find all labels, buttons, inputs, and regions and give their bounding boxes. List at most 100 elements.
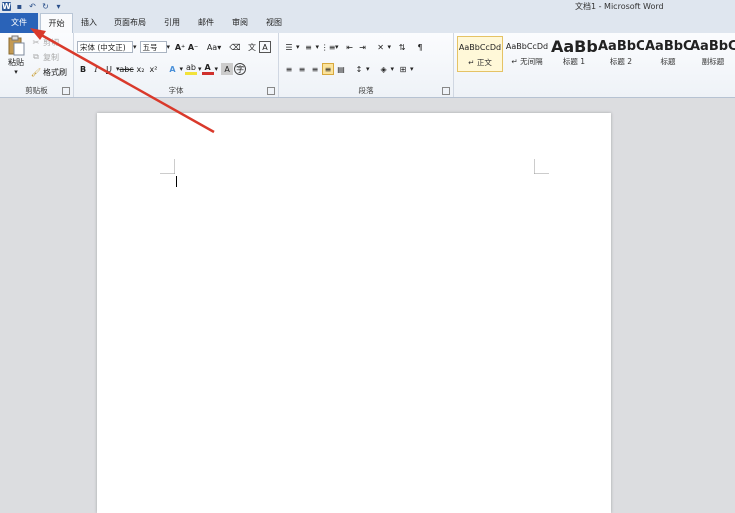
align-center-icon[interactable]: ≡ — [296, 63, 308, 75]
tab-file[interactable]: 文件 — [0, 13, 38, 33]
customize-qat-icon[interactable]: ▾ — [54, 2, 63, 11]
style-name: ↵ 正文 — [468, 58, 492, 67]
style-normal[interactable]: AaBbCcDd ↵ 正文 — [457, 36, 503, 72]
tab-home[interactable]: 开始 — [40, 13, 73, 34]
font-size-select[interactable]: 五号 — [139, 41, 167, 53]
style-preview: AaBbC — [690, 39, 735, 54]
scissors-icon: ✂ — [32, 37, 40, 47]
multilevel-list-icon[interactable]: ⋮≡ — [321, 41, 336, 53]
text-effects-icon[interactable]: A — [167, 63, 179, 75]
cut-button[interactable]: ✂ 剪切 — [30, 36, 59, 48]
asian-layout-icon[interactable]: ✕ — [375, 41, 387, 53]
show-marks-icon[interactable]: ¶ — [414, 41, 426, 53]
change-case-icon[interactable]: Aa▾ — [206, 41, 222, 53]
word-app-icon[interactable]: W — [2, 2, 11, 11]
style-name: 标题 — [660, 57, 676, 66]
increase-indent-icon[interactable]: ⇥ — [357, 41, 369, 53]
font-group-label: 字体 — [168, 86, 184, 95]
align-left-icon[interactable]: ≡ — [283, 63, 295, 75]
highlight-icon[interactable]: ab — [185, 63, 198, 75]
font-color-icon[interactable]: A — [201, 63, 214, 75]
document-area — [0, 98, 735, 513]
decrease-indent-icon[interactable]: ⇤ — [344, 41, 356, 53]
title-bar: W ▪ ↶ ↻ ▾ 文档1 - Microsoft Word — [0, 0, 735, 13]
line-spacing-icon[interactable]: ↕ — [353, 63, 365, 75]
character-border-icon[interactable]: A — [259, 41, 272, 53]
font-color-dropdown-icon[interactable]: ▾ — [215, 65, 219, 73]
style-title[interactable]: AaBbC 标题 — [645, 36, 691, 72]
italic-icon[interactable]: I — [90, 63, 102, 75]
tab-insert[interactable]: 插入 — [74, 13, 104, 33]
superscript-icon[interactable]: x² — [148, 63, 160, 75]
sort-icon[interactable]: ⇅ — [396, 41, 408, 53]
clipboard-launcher-icon[interactable] — [62, 87, 70, 95]
copy-icon: ⧉ — [33, 52, 39, 61]
window-title: 文档1 - Microsoft Word — [575, 2, 664, 11]
font-size-dropdown-icon[interactable]: ▾ — [167, 43, 171, 51]
format-painter-label: 格式刷 — [43, 67, 67, 77]
text-effects-dropdown-icon[interactable]: ▾ — [180, 65, 184, 73]
borders-icon[interactable]: ⊞ — [397, 63, 409, 75]
clear-formatting-icon[interactable]: ⌫ — [229, 41, 241, 53]
strikethrough-icon[interactable]: abc — [119, 63, 133, 75]
style-heading-2[interactable]: AaBbC 标题 2 — [598, 36, 644, 72]
font-name-dropdown-icon[interactable]: ▾ — [133, 43, 137, 51]
tab-references[interactable]: 引用 — [158, 13, 186, 33]
tab-review[interactable]: 审阅 — [226, 13, 254, 33]
style-preview: AaBb — [551, 37, 597, 56]
tab-view[interactable]: 视图 — [260, 13, 288, 33]
tab-mailings[interactable]: 邮件 — [192, 13, 220, 33]
style-no-spacing[interactable]: AaBbCcDd ↵ 无间隔 — [504, 36, 550, 72]
style-name: ↵ 无间隔 — [511, 57, 543, 66]
style-preview: AaBbCcDd — [458, 43, 502, 52]
undo-icon[interactable]: ↶ — [28, 2, 37, 11]
clipboard-group: 粘贴 ▾ ✂ 剪切 ⧉ 复制 🖌 格式刷 剪贴板 — [0, 33, 74, 97]
paste-dropdown-icon[interactable]: ▾ — [14, 68, 18, 76]
align-right-icon[interactable]: ≡ — [309, 63, 321, 75]
shading-dropdown-icon[interactable]: ▾ — [391, 65, 395, 73]
paste-button[interactable]: 粘贴 ▾ — [6, 35, 26, 76]
paragraph-launcher-icon[interactable] — [442, 87, 450, 95]
paste-icon — [8, 35, 25, 56]
asian-layout-dropdown-icon[interactable]: ▾ — [388, 43, 392, 51]
paragraph-group: ☰ ▾ ≡ ▾ ⋮≡ ▾ ⇤ ⇥ ✕ ▾ ⇅ ¶ ≡ ≡ ≡ ≡ ▤ ↕ ▾ ◈… — [279, 33, 454, 97]
line-spacing-dropdown-icon[interactable]: ▾ — [366, 65, 370, 73]
style-name: 副标题 — [701, 57, 725, 66]
save-icon[interactable]: ▪ — [15, 2, 24, 11]
tab-page-layout[interactable]: 页面布局 — [109, 13, 151, 33]
bullets-icon[interactable]: ☰ — [283, 41, 295, 53]
phonetic-guide-icon[interactable]: 文 — [246, 41, 258, 53]
borders-dropdown-icon[interactable]: ▾ — [410, 65, 414, 73]
bullets-dropdown-icon[interactable]: ▾ — [296, 43, 300, 51]
text-cursor — [176, 176, 177, 187]
margin-corner-top-left — [160, 159, 175, 174]
copy-label: 复制 — [43, 52, 59, 62]
font-name-select[interactable]: 宋体 (中文正) — [77, 41, 133, 53]
underline-icon[interactable]: U — [103, 63, 115, 75]
justify-icon[interactable]: ≡ — [322, 63, 334, 75]
copy-button[interactable]: ⧉ 复制 — [30, 51, 59, 63]
grow-font-icon[interactable]: A⁺ — [174, 41, 186, 53]
multilevel-list-dropdown-icon[interactable]: ▾ — [335, 43, 339, 51]
style-heading-1[interactable]: AaBb 标题 1 — [551, 36, 597, 72]
font-group: 宋体 (中文正) ▾ 五号 ▾ A⁺ A⁻ Aa▾ ⌫ 文 A B I U ▾ … — [74, 33, 279, 97]
format-painter-button[interactable]: 🖌 格式刷 — [30, 66, 67, 78]
shading-icon[interactable]: ◈ — [378, 63, 390, 75]
character-shading-icon[interactable]: A — [221, 63, 234, 75]
cut-label: 剪切 — [43, 37, 59, 47]
bold-icon[interactable]: B — [77, 63, 89, 75]
enclose-characters-icon[interactable]: 字 — [234, 63, 247, 75]
distributed-icon[interactable]: ▤ — [335, 63, 347, 75]
numbering-icon[interactable]: ≡ — [303, 41, 315, 53]
numbering-dropdown-icon[interactable]: ▾ — [316, 43, 320, 51]
style-name: 标题 2 — [609, 57, 633, 66]
document-page[interactable] — [97, 113, 611, 513]
ribbon: 粘贴 ▾ ✂ 剪切 ⧉ 复制 🖌 格式刷 剪贴板 宋体 (中文正) ▾ 五号 ▾… — [0, 33, 735, 98]
paintbrush-icon: 🖌 — [30, 67, 42, 77]
font-launcher-icon[interactable] — [267, 87, 275, 95]
styles-group: AaBbCcDd ↵ 正文 AaBbCcDd ↵ 无间隔 AaBb 标题 1 A… — [454, 33, 735, 97]
subscript-icon[interactable]: x₂ — [135, 63, 147, 75]
shrink-font-icon[interactable]: A⁻ — [187, 41, 199, 53]
redo-icon[interactable]: ↻ — [41, 2, 50, 11]
style-subtitle[interactable]: AaBbC 副标题 — [690, 36, 735, 72]
